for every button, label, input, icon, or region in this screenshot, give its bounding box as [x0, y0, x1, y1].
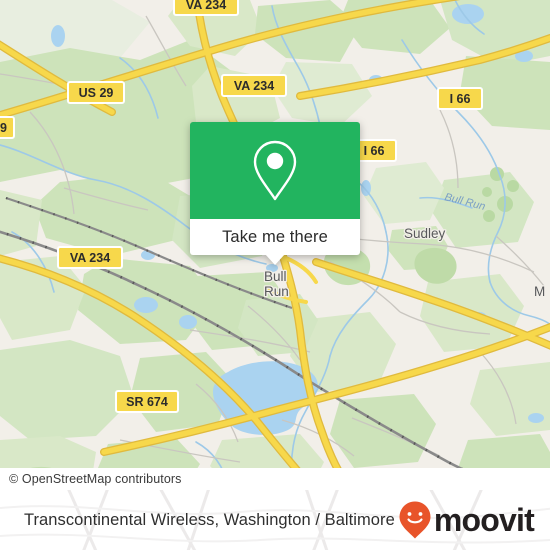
shield-us29: US 29: [67, 81, 125, 104]
shield-sr674: SR 674: [115, 390, 179, 413]
moovit-pin-icon: [399, 501, 431, 539]
take-me-there-label: Take me there: [222, 227, 328, 246]
place-label-bull-run-2: Run: [264, 284, 289, 299]
svg-text:VA 234: VA 234: [70, 251, 110, 265]
moovit-map-screenshot: Bull Run Sudley Bull Run M VA 234 VA 234…: [0, 0, 550, 550]
place-label-bull-run-1: Bull: [264, 269, 287, 284]
shield-va234-upper: VA 234: [221, 74, 287, 97]
moovit-wordmark: moovit: [433, 502, 535, 538]
svg-text:SR 674: SR 674: [126, 395, 168, 409]
location-popup-card[interactable]: Take me there: [190, 122, 360, 265]
take-me-there-button[interactable]: Take me there: [190, 219, 360, 255]
map-attribution: © OpenStreetMap contributors: [0, 468, 550, 490]
shield-va234-top: VA 234: [173, 0, 239, 16]
footer-title: Transcontinental Wireless, Washington / …: [24, 510, 395, 529]
map-pin-icon: [253, 140, 297, 200]
svg-text:US 29: US 29: [79, 86, 114, 100]
attribution-text: © OpenStreetMap contributors: [9, 472, 182, 486]
moovit-logo[interactable]: moovit: [398, 500, 535, 540]
shield-va234-left: VA 234: [57, 246, 123, 269]
svg-text:29: 29: [0, 121, 7, 135]
svg-text:I 66: I 66: [364, 144, 385, 158]
svg-text:I 66: I 66: [450, 92, 471, 106]
svg-text:VA 234: VA 234: [186, 0, 226, 12]
popup-pointer-tail: [265, 254, 285, 265]
svg-text:VA 234: VA 234: [234, 79, 274, 93]
footer-bar: Transcontinental Wireless, Washington / …: [0, 490, 550, 550]
place-label-sudley: Sudley: [404, 226, 446, 241]
popup-icon-panel: [190, 122, 360, 219]
shield-i66-upper: I 66: [437, 87, 483, 110]
place-label-manassas: M: [534, 284, 545, 299]
shield-29-edge: 29: [0, 116, 15, 139]
